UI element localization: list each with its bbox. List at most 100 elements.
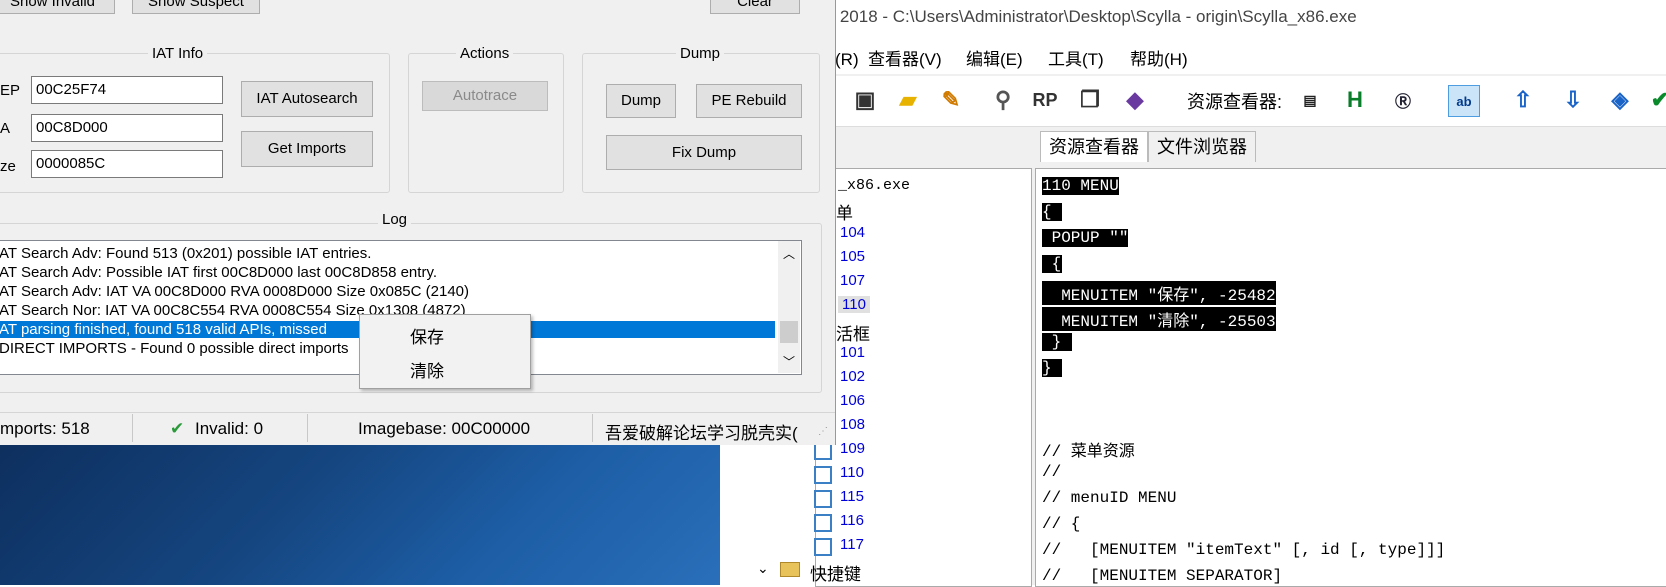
code-line: // [MENUITEM SEPARATOR] xyxy=(1042,567,1283,585)
expand-icon[interactable]: ◈ xyxy=(1605,85,1635,115)
oep-label: EP xyxy=(0,82,21,99)
resource-node-icon xyxy=(814,514,832,532)
dialog-editor-icon[interactable]: ▤ xyxy=(1295,85,1325,115)
code-line: 110 MENU xyxy=(1042,177,1119,195)
code-line: } xyxy=(1042,333,1072,351)
size-label: ze xyxy=(0,158,16,175)
resize-grip-icon[interactable]: ⋰ xyxy=(818,426,828,437)
script-editor[interactable] xyxy=(1035,168,1666,587)
tree-item[interactable]: 101 xyxy=(840,344,865,361)
fix-dump-button[interactable]: Fix Dump xyxy=(606,135,802,170)
rh-menu-bar xyxy=(820,36,1666,74)
save-icon[interactable]: ▣ xyxy=(850,85,880,115)
resource-node-icon xyxy=(814,490,832,508)
h-icon[interactable]: H xyxy=(1340,85,1370,115)
show-suspect-button[interactable]: Show Suspect xyxy=(132,0,260,14)
tree-item[interactable]: 102 xyxy=(840,368,865,385)
tab-file-browser[interactable]: 文件浏览器 xyxy=(1148,131,1256,162)
chevron-down-icon[interactable]: ⌄ xyxy=(757,560,769,577)
dump-group xyxy=(582,53,820,193)
show-invalid-button[interactable]: Show Invalid xyxy=(0,0,115,14)
code-line: // menuID MENU xyxy=(1042,489,1177,507)
menu-item-save[interactable]: 保存 xyxy=(410,323,444,348)
status-divider xyxy=(307,414,308,442)
dump-title: Dump xyxy=(676,45,725,62)
code-line: MENUITEM "保存", -25482 xyxy=(1042,281,1276,305)
tree-root[interactable]: _x86.exe xyxy=(838,177,910,194)
arrow-down-icon[interactable]: ⇩ xyxy=(1558,85,1588,115)
menu-viewer[interactable]: 查看器(V) xyxy=(868,45,942,70)
log-title: Log xyxy=(378,211,412,228)
code-line: { xyxy=(1042,255,1062,273)
tree-item[interactable]: 105 xyxy=(840,248,865,265)
code-line: { xyxy=(1042,203,1062,221)
imagebase-value: Imagebase: 00C00000 xyxy=(358,419,531,438)
actions-title: Actions xyxy=(456,45,514,62)
tree-group-menu[interactable]: 单 xyxy=(836,199,853,224)
menu-help[interactable]: 帮助(H) xyxy=(1130,45,1188,70)
scroll-up-icon[interactable]: ︿ xyxy=(783,245,795,262)
code-line: } xyxy=(1042,359,1062,377)
tree-item[interactable]: 116 xyxy=(840,512,864,529)
status-divider xyxy=(132,414,133,442)
tree-item-selected[interactable]: 110 xyxy=(838,296,870,313)
log-context-menu: 保存 清除 xyxy=(359,314,531,389)
folder-icon xyxy=(780,562,800,577)
log-entry: DIRECT IMPORTS - Found 0 possible direct… xyxy=(0,340,349,357)
log-entry: AT Search Adv: Possible IAT first 00C8D0… xyxy=(0,264,437,281)
menu-tools[interactable]: 工具(T) xyxy=(1048,45,1104,70)
imports-count: mports: 518 xyxy=(0,419,90,438)
scroll-thumb[interactable] xyxy=(780,321,798,343)
tree-item[interactable]: 115 xyxy=(840,488,864,505)
arrow-up-icon[interactable]: ⇧ xyxy=(1508,85,1538,115)
menu-edit[interactable]: 编辑(E) xyxy=(966,45,1023,70)
rename-icon[interactable]: ✎ xyxy=(936,85,966,115)
tab-resource-viewer[interactable]: 资源查看器 xyxy=(1040,131,1148,162)
clear-button[interactable]: Clear xyxy=(710,0,800,14)
scroll-down-icon[interactable]: ﹀ xyxy=(783,353,795,370)
desktop-background xyxy=(0,440,720,585)
tree-item[interactable]: 106 xyxy=(840,392,865,409)
status-divider xyxy=(592,414,593,442)
check-icon: ✔ xyxy=(170,419,185,438)
compile-icon[interactable]: ◆ xyxy=(1120,85,1150,115)
va-field[interactable]: 00C8D000 xyxy=(31,114,223,142)
check-icon[interactable]: ✔ xyxy=(1645,85,1666,115)
copy-icon[interactable]: ❐ xyxy=(1075,85,1105,115)
code-line: // { xyxy=(1042,515,1081,533)
code-line: // 菜单资源 xyxy=(1042,443,1135,461)
tree-item[interactable]: 110 xyxy=(840,464,864,481)
log-entry: AT Search Adv: IAT VA 00C8D000 RVA 0008D… xyxy=(0,283,470,300)
search-icon[interactable]: ⚲ xyxy=(988,85,1018,115)
tree-item[interactable]: 107 xyxy=(840,272,865,289)
va-label: A xyxy=(0,120,11,137)
tree-item[interactable]: 108 xyxy=(840,416,865,433)
status-extra: 吾爱破解论坛学习脱壳实( xyxy=(605,424,798,443)
tree-item[interactable]: 109 xyxy=(840,440,865,457)
size-field[interactable]: 0000085C xyxy=(31,150,223,178)
rc-icon[interactable]: Ⓡ xyxy=(1388,85,1418,115)
oep-field[interactable]: 00C25F74 xyxy=(31,76,223,104)
autotrace-button[interactable]: Autotrace xyxy=(422,81,548,111)
log-scrollbar[interactable]: ︿ ﹀ xyxy=(778,241,800,373)
tree-item[interactable]: 104 xyxy=(840,224,865,241)
tree-group-accelerators[interactable]: 快捷键 xyxy=(810,560,861,585)
actions-group xyxy=(408,53,564,193)
dump-button[interactable]: Dump xyxy=(606,84,676,118)
rh-title-bar: or 2018 - C:\Users\Administrator\Desktop… xyxy=(820,0,1666,36)
code-line: POPUP "" xyxy=(1042,229,1129,247)
get-imports-button[interactable]: Get Imports xyxy=(241,131,373,167)
code-line: // [MENUITEM "itemText" [, id [, type]]] xyxy=(1042,541,1446,559)
pe-rebuild-button[interactable]: PE Rebuild xyxy=(696,84,802,118)
resource-node-icon xyxy=(814,538,832,556)
menu-item-clear[interactable]: 清除 xyxy=(410,357,444,382)
tree-item[interactable]: 117 xyxy=(840,536,864,553)
open-folder-icon[interactable]: ▰ xyxy=(893,85,923,115)
tree-group-dialog[interactable]: 活框 xyxy=(836,320,870,345)
rp-icon[interactable]: RP xyxy=(1030,85,1060,115)
resource-viewer-label: 资源查看器: xyxy=(1187,92,1283,112)
log-entry: AT Search Adv: Found 513 (0x201) possibl… xyxy=(0,245,372,262)
text-view-icon[interactable]: ab xyxy=(1448,85,1480,117)
code-line: MENUITEM "清除", -25503 xyxy=(1042,307,1276,331)
iat-autosearch-button[interactable]: IAT Autosearch xyxy=(241,81,373,117)
